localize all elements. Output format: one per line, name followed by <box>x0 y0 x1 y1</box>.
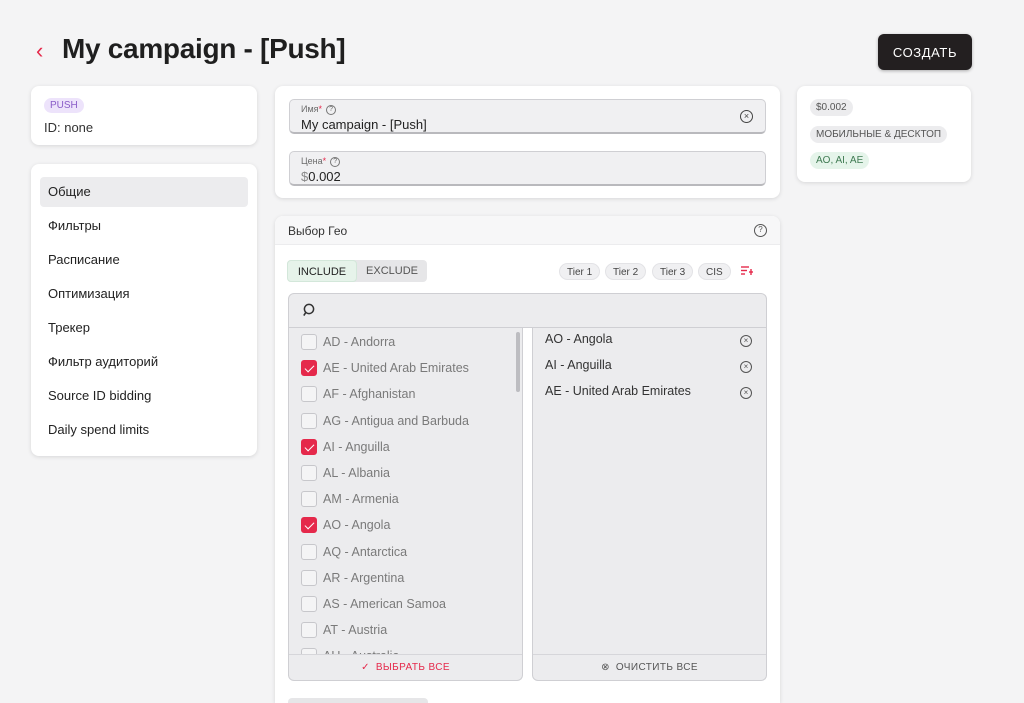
clear-all-button[interactable]: ⊗ ОЧИСТИТЬ ВСЕ <box>533 654 766 680</box>
country-label: AR - Argentina <box>323 570 405 585</box>
sort-icon[interactable] <box>741 265 753 276</box>
search-icon <box>303 303 315 317</box>
nav-item-source-id-bidding[interactable]: Source ID bidding <box>40 381 248 411</box>
remove-icon[interactable]: × <box>740 335 752 347</box>
country-label: AT - Austria <box>323 623 388 638</box>
nav-item-schedule[interactable]: Расписание <box>40 245 248 275</box>
country-label: AO - Angola <box>323 518 391 533</box>
help-icon[interactable]: ? <box>326 104 337 115</box>
country-label: AM - Armenia <box>323 492 399 507</box>
cis-chip[interactable]: CIS <box>698 263 731 280</box>
country-checkbox[interactable] <box>301 596 317 612</box>
country-label: AD - Andorra <box>323 335 396 349</box>
country-checkbox[interactable] <box>301 543 317 560</box>
include-exclude-toggle: INCLUDE EXCLUDE <box>287 260 427 282</box>
geo-header: Выбор Гео ? <box>275 216 780 245</box>
country-label: AS - American Samoa <box>323 597 446 611</box>
back-chevron-icon[interactable]: ‹ <box>36 40 50 62</box>
select-all-button[interactable]: ✓ ВЫБРАТЬ ВСЕ <box>289 654 522 680</box>
tier-2-chip[interactable]: Tier 2 <box>605 263 647 280</box>
selected-country-label: AI - Anguilla <box>545 358 612 373</box>
name-field-label: Имя*? <box>301 104 337 115</box>
price-field-label: Цена*? <box>301 156 341 167</box>
geo-title: Выбор Гео <box>288 224 348 238</box>
selected-country-list: AO - Angola × AI - Anguilla × AE - United Ar… <box>532 328 767 681</box>
type-badge: PUSH <box>44 98 84 113</box>
country-checkbox[interactable] <box>301 622 317 639</box>
nav-item-general[interactable]: Общие <box>40 177 248 207</box>
page-header: ‹ My campaign - [Push] СОЗДАТЬ <box>30 28 972 76</box>
country-checkbox[interactable] <box>301 491 317 508</box>
country-checkbox[interactable] <box>301 569 317 586</box>
name-field[interactable]: Имя*? My campaign - [Push] × <box>289 99 766 134</box>
nav-item-daily-spend-limits[interactable]: Daily spend limits <box>40 415 248 445</box>
geo-selection-card: Выбор Гео ? INCLUDE EXCLUDE Tier 1 Tier … <box>275 216 780 703</box>
selected-country-row: AO - Angola × <box>545 332 754 352</box>
summary-platform-badge: МОБИЛЬНЫЕ & ДЕСКТОП <box>810 126 948 143</box>
country-checkbox[interactable] <box>301 334 317 350</box>
selected-rows: AO - Angola × AI - Anguilla × AE - United Ar… <box>533 328 766 655</box>
next-section-stub <box>288 698 428 703</box>
country-checkbox[interactable] <box>301 517 317 534</box>
include-option[interactable]: INCLUDE <box>287 260 357 282</box>
country-label: AE - United Arab Emirates <box>323 361 469 376</box>
selected-country-row: AI - Anguilla × <box>545 358 754 378</box>
country-checkbox[interactable] <box>301 438 317 455</box>
required-mark: * <box>318 104 323 114</box>
tier-3-chip[interactable]: Tier 3 <box>652 263 694 280</box>
selected-country-label: AO - Angola <box>545 332 613 346</box>
nav-item-optimization[interactable]: Оптимизация <box>40 279 248 309</box>
name-label-text: Имя <box>301 104 319 114</box>
name-value[interactable]: My campaign - [Push] <box>301 117 427 132</box>
price-label-text: Цена <box>301 156 323 166</box>
selected-country-row: AE - United Arab Emirates × <box>545 384 754 404</box>
clear-all-label: ОЧИСТИТЬ ВСЕ <box>615 662 698 673</box>
clear-icon: ⊗ <box>601 662 610 673</box>
country-rows: AD - Andorra AE - United Arab Emirates AF … <box>289 328 522 655</box>
country-checkbox[interactable] <box>301 412 317 429</box>
remove-icon[interactable]: × <box>740 387 752 400</box>
country-list: AD - Andorra AE - United Arab Emirates AF … <box>288 328 523 681</box>
clear-icon[interactable]: × <box>740 110 753 123</box>
exclude-option[interactable]: EXCLUDE <box>357 260 427 282</box>
settings-nav: Общие Фильтры Расписание Оптимизация Тре… <box>31 164 257 456</box>
help-icon[interactable]: ? <box>330 156 341 167</box>
country-label: AQ - Antarctica <box>323 544 408 559</box>
select-all-label: ВЫБРАТЬ ВСЕ <box>375 662 450 673</box>
create-button[interactable]: СОЗДАТЬ <box>878 34 972 70</box>
campaign-id: ID: none <box>44 120 94 135</box>
remove-icon[interactable]: × <box>740 361 752 374</box>
price-amount: 0.002 <box>308 169 341 184</box>
selected-country-label: AE - United Arab Emirates <box>545 384 691 399</box>
summary-card: $0.002 МОБИЛЬНЫЕ & ДЕСКТОП AO, AI, AE <box>797 86 971 182</box>
nav-item-filters[interactable]: Фильтры <box>40 211 248 241</box>
tier-1-chip[interactable]: Tier 1 <box>559 263 601 280</box>
country-label: AG - Antigua and Barbuda <box>323 413 469 428</box>
country-label: AL - Albania <box>323 466 390 480</box>
help-icon[interactable]: ? <box>754 224 767 237</box>
campaign-id-card: PUSH ID: none <box>31 86 257 145</box>
required-mark: * <box>322 156 327 166</box>
country-checkbox[interactable] <box>301 465 317 481</box>
price-field[interactable]: Цена*? $0.002 <box>289 151 766 186</box>
geo-search-input[interactable] <box>288 293 767 328</box>
summary-price-badge: $0.002 <box>810 99 853 116</box>
country-checkbox[interactable] <box>301 360 317 377</box>
country-label: AI - Anguilla <box>323 439 390 454</box>
summary-geo-badge: AO, AI, AE <box>810 152 870 169</box>
nav-item-audience-filter[interactable]: Фильтр аудиторий <box>40 347 248 377</box>
general-form-card: Имя*? My campaign - [Push] × Цена*? $0.0… <box>275 86 780 198</box>
nav-item-tracker[interactable]: Трекер <box>40 313 248 343</box>
price-value[interactable]: $0.002 <box>301 169 341 184</box>
country-label: AF - Afghanistan <box>323 387 416 402</box>
country-checkbox[interactable] <box>301 386 317 403</box>
page-title: My campaign - [Push] <box>62 33 346 64</box>
scrollbar[interactable] <box>516 332 520 392</box>
check-icon: ✓ <box>361 662 370 673</box>
